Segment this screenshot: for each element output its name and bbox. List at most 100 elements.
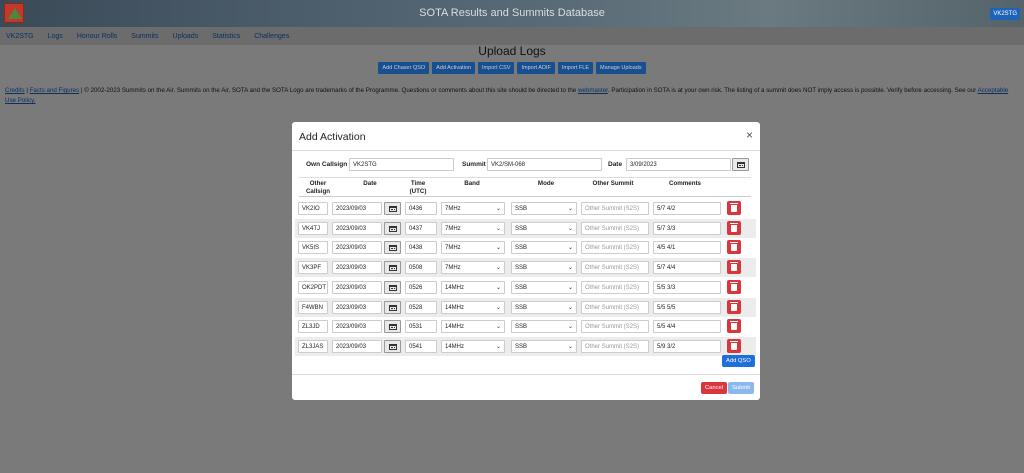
mode-select[interactable]: SSB ⌄ [511,320,577,334]
manage-uploads-button[interactable]: Manage Uploads [596,62,646,74]
qso-date-input[interactable]: 2023/09/03 [332,202,382,215]
other-summit-input[interactable]: Other Summit (S2S) [581,221,649,235]
calendar-icon[interactable] [384,280,401,294]
credits-link[interactable]: Credits [5,87,25,94]
qso-date-input[interactable]: 2023/09/03 [332,261,382,275]
mode-select[interactable]: SSB ⌄ [511,221,577,235]
other-callsign-input[interactable]: VK3PF [298,261,328,275]
import-adif-button[interactable]: Import ADIF [517,62,555,74]
mode-select[interactable]: SSB ⌄ [511,261,577,275]
delete-icon[interactable] [727,279,741,294]
nav-item-uploads[interactable]: Uploads [173,33,199,40]
delete-icon[interactable] [727,338,741,353]
facts-link[interactable]: Facts and Figures [30,87,80,94]
nav-item-statistics[interactable]: Statistics [212,33,240,40]
delete-icon[interactable] [727,319,741,334]
comments-input[interactable]: 4/5 4/1 [653,241,721,255]
cancel-button[interactable]: Cancel [701,382,728,394]
other-summit-input[interactable]: Other Summit (S2S) [581,280,649,294]
mode-select[interactable]: SSB ⌄ [511,300,577,314]
time-input[interactable]: 0541 [405,339,437,353]
other-summit-input[interactable]: Other Summit (S2S) [581,339,649,353]
other-callsign-input[interactable]: ZL3JAS [298,339,328,353]
band-select[interactable]: 14MHz ⌄ [441,300,505,314]
mode-select[interactable]: SSB ⌄ [511,339,577,353]
add-activation-button[interactable]: Add Activation [432,62,476,74]
band-select[interactable]: 7MHz ⌄ [441,202,505,215]
band-select[interactable]: 7MHz ⌄ [441,261,505,275]
qso-date-input[interactable]: 2023/09/03 [332,280,382,294]
qso-row: F4WBN 2023/09/03 0528 14MHz ⌄ SSB ⌄ Other Summi… [295,297,756,317]
nav-item-callsign[interactable]: VK2STG [6,33,34,40]
date-input[interactable]: 3/09/2023 [626,158,731,171]
nav-item-logs[interactable]: Logs [48,33,63,40]
add-qso-button[interactable]: Add QSO [722,355,755,367]
other-summit-input[interactable]: Other Summit (S2S) [581,261,649,275]
calendar-icon[interactable] [384,339,401,353]
comments-input[interactable]: 5/5 4/4 [653,320,721,334]
band-select[interactable]: 14MHz ⌄ [441,320,505,334]
comments-input[interactable]: 5/5 5/5 [653,300,721,314]
user-account-button[interactable]: VK2STG [990,8,1020,20]
qso-date-input[interactable]: 2023/09/03 [332,241,382,255]
other-summit-input[interactable]: Other Summit (S2S) [581,202,649,215]
import-fle-button[interactable]: Import FLE [557,62,594,74]
time-input[interactable]: 0436 [405,202,437,215]
qso-date-input[interactable]: 2023/09/03 [332,300,382,314]
summit-input[interactable]: VK2/SM-068 [487,158,602,171]
delete-icon[interactable] [727,240,741,255]
delete-icon[interactable] [727,201,741,215]
nav-item-challenges[interactable]: Challenges [254,33,289,40]
calendar-icon[interactable] [384,221,401,235]
calendar-icon[interactable] [384,300,401,314]
other-summit-input[interactable]: Other Summit (S2S) [581,241,649,255]
time-input[interactable]: 0437 [405,221,437,235]
band-select[interactable]: 14MHz ⌄ [441,339,505,353]
delete-icon[interactable] [727,220,741,235]
band-select[interactable]: 14MHz ⌄ [441,280,505,294]
qso-date-input[interactable]: 2023/09/03 [332,339,382,353]
mode-select[interactable]: SSB ⌄ [511,280,577,294]
band-select[interactable]: 7MHz ⌄ [441,241,505,255]
comments-input[interactable]: 5/7 4/4 [653,261,721,275]
other-summit-input[interactable]: Other Summit (S2S) [581,300,649,314]
calendar-icon[interactable] [384,320,401,334]
comments-input[interactable]: 5/9 3/2 [653,339,721,353]
add-chaser-qso-button[interactable]: Add Chaser QSO [378,62,430,74]
mode-select[interactable]: SSB ⌄ [511,202,577,215]
band-select[interactable]: 7MHz ⌄ [441,221,505,235]
time-input[interactable]: 0438 [405,241,437,255]
qso-date-input[interactable]: 2023/09/03 [332,320,382,334]
webmaster-link[interactable]: webmaster [578,87,608,94]
other-summit-input[interactable]: Other Summit (S2S) [581,320,649,334]
other-callsign-input[interactable]: OK2PDT [298,280,328,294]
calendar-icon[interactable] [732,158,749,171]
own-callsign-input[interactable]: VK2STG [349,158,454,171]
delete-icon[interactable] [727,299,741,314]
nav-item-honour-rolls[interactable]: Honour Rolls [77,33,117,40]
qso-date-input[interactable]: 2023/09/03 [332,221,382,235]
other-callsign-input[interactable]: VK4TJ [298,221,328,235]
other-callsign-input[interactable]: F4WBN [298,300,328,314]
comments-input[interactable]: 5/7 3/3 [653,221,721,235]
band-value: 7MHz [445,245,461,252]
comments-input[interactable]: 5/5 3/3 [653,280,721,294]
calendar-icon[interactable] [384,241,401,255]
time-input[interactable]: 0531 [405,320,437,334]
other-callsign-input[interactable]: VK5IS [298,241,328,255]
import-csv-button[interactable]: Import CSV [478,62,515,74]
other-callsign-input[interactable]: ZL3JD [298,320,328,334]
submit-button[interactable]: Submit [728,382,755,394]
mode-select[interactable]: SSB ⌄ [511,241,577,255]
col-other-summit: Other Summit [592,180,634,187]
time-input[interactable]: 0528 [405,300,437,314]
calendar-icon[interactable] [384,202,401,215]
delete-icon[interactable] [727,260,741,275]
comments-input[interactable]: 5/7 4/2 [653,202,721,215]
other-callsign-input[interactable]: VK2IO [298,202,328,215]
time-input[interactable]: 0508 [405,261,437,275]
close-icon[interactable]: × [746,128,753,142]
calendar-icon[interactable] [384,261,401,275]
nav-item-summits[interactable]: Summits [131,33,158,40]
time-input[interactable]: 0526 [405,280,437,294]
